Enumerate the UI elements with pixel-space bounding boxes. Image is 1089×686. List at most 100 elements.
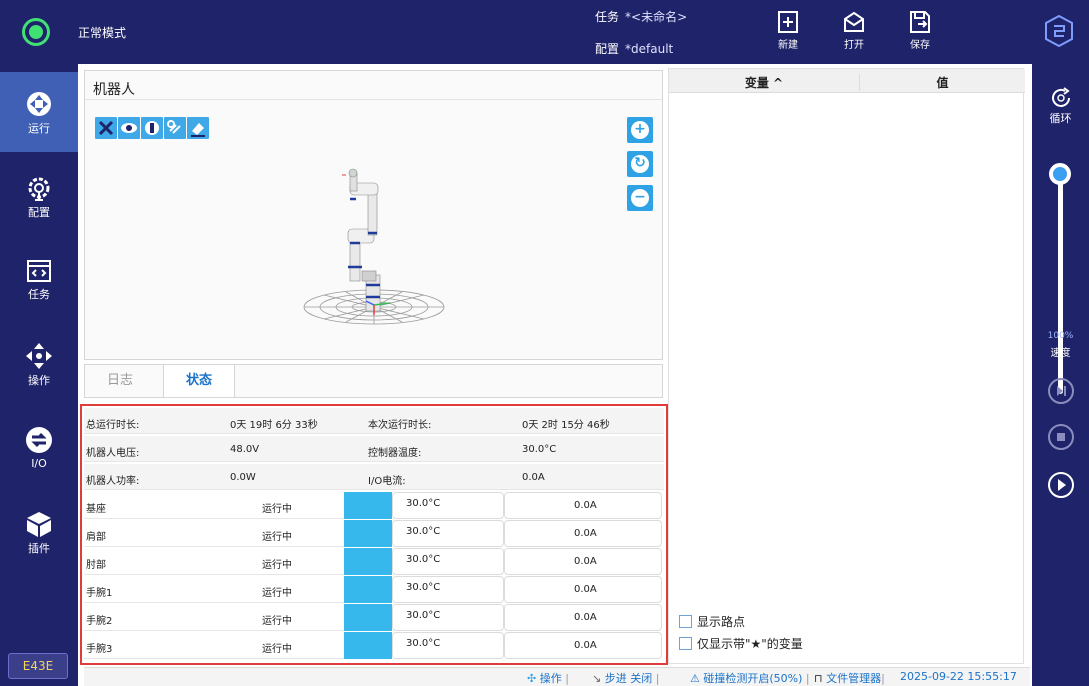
config-label: 配置	[595, 42, 620, 56]
nav-label-config: 配置	[28, 206, 50, 219]
step-status[interactable]: ↘ 步进 关闭 |	[592, 670, 659, 686]
rotate-icon: ↻	[631, 155, 649, 173]
move-small-icon: ✣	[527, 672, 537, 685]
show-waypoints-checkbox[interactable]: 显示路点	[679, 613, 745, 630]
task-label: 任务	[595, 10, 620, 24]
eraser-icon[interactable]	[187, 117, 209, 139]
new-button-label: 新建	[778, 40, 798, 51]
joint-row: 手腕2 运行中 30.0°C 0.0A	[84, 604, 664, 631]
summary-value: 0.0A	[522, 472, 545, 483]
save-button[interactable]: 保存	[900, 10, 940, 51]
zoom-in-button[interactable]: +	[627, 117, 653, 143]
joint-cell	[84, 492, 344, 519]
summary-row: 总运行时长: 0天 19时 6分 33秒 本次运行时长: 0天 2时 15分 4…	[84, 408, 664, 434]
joint-cell	[84, 632, 344, 659]
summary-label: I/O电流:	[368, 476, 406, 487]
error-code-badge[interactable]: E43E	[8, 653, 68, 679]
summary-value: 0天 19时 6分 33秒	[230, 420, 318, 431]
collision-status[interactable]: ⚠ 碰撞检测开启(50%) |	[690, 670, 810, 686]
joint-status-bar	[344, 604, 392, 631]
play-button[interactable]	[1048, 472, 1074, 498]
joint-cell	[84, 576, 344, 603]
step-small-icon: ↘	[592, 672, 602, 685]
config-gear-icon	[28, 177, 50, 201]
joint-temp: 30.0°C	[406, 526, 441, 537]
zoom-out-button[interactable]: −	[627, 185, 653, 211]
joint-name: 肩部	[86, 532, 106, 543]
joint-icon[interactable]	[141, 117, 163, 139]
rotate-view-button[interactable]: ↻	[627, 151, 653, 177]
nav-label-task: 任务	[28, 288, 50, 301]
eye-icon[interactable]	[118, 117, 140, 139]
step-status-label: 步进 关闭	[604, 672, 653, 685]
joint-row: 肘部 运行中 30.0°C 0.0A	[84, 548, 664, 575]
joint-current: 0.0A	[574, 556, 597, 567]
summary-label: 机器人电压:	[86, 448, 140, 459]
view-toolbar	[95, 117, 210, 142]
task-value: *<未命名>	[625, 10, 688, 24]
open-button[interactable]: 打开	[834, 10, 874, 51]
nav-item-plugin[interactable]: 插件	[0, 492, 78, 572]
stop-button[interactable]	[1048, 424, 1074, 450]
joint-state: 运行中	[262, 532, 292, 543]
joint-row: 手腕1 运行中 30.0°C 0.0A	[84, 576, 664, 603]
loop-button[interactable]: 循环	[1032, 86, 1089, 126]
joint-current: 0.0A	[574, 528, 597, 539]
bottom-tabs: 日志 状态	[84, 364, 663, 398]
tab-log[interactable]: 日志	[107, 365, 133, 397]
mode-indicator-icon	[22, 18, 50, 46]
joint-temp: 30.0°C	[406, 554, 441, 565]
joint-state: 运行中	[262, 560, 292, 571]
tab-status[interactable]: 状态	[163, 365, 235, 397]
nav-label-operate: 操作	[28, 374, 50, 387]
speed-slider-knob[interactable]	[1049, 163, 1071, 185]
value-column-header[interactable]: 值	[859, 74, 1025, 91]
joint-current: 0.0A	[574, 584, 597, 595]
variable-column-header[interactable]: 变量 ^	[669, 74, 859, 91]
robot-3d-model[interactable]	[290, 167, 450, 327]
summary-value: 48.0V	[230, 444, 260, 455]
operate-status[interactable]: ✣ 操作 |	[527, 670, 569, 686]
joint-cell	[84, 520, 344, 547]
io-arrows-icon	[26, 427, 52, 453]
step-button[interactable]	[1048, 378, 1074, 404]
joint-status-bar	[344, 492, 392, 519]
joint-row: 手腕3 运行中 30.0°C 0.0A	[84, 632, 664, 659]
speed-label: 速度	[1050, 348, 1071, 359]
joint-temp: 30.0°C	[406, 638, 441, 649]
left-nav: 运行 配置 任务 操作 I/O 插件 E43E	[0, 64, 78, 686]
file-manager-button[interactable]: ⊓ 文件管理器|	[814, 670, 885, 686]
joint-cell	[84, 548, 344, 575]
nav-item-io[interactable]: I/O	[0, 408, 78, 488]
variables-header: 变量 ^ 值	[669, 69, 1025, 93]
brand-logo-icon	[1045, 14, 1073, 48]
nav-item-run[interactable]: 运行	[0, 72, 78, 152]
new-button[interactable]: 新建	[768, 10, 808, 51]
joint-status-bar	[344, 632, 392, 659]
joint-status-bar	[344, 548, 392, 575]
only-starred-label: 仅显示带"★"的变量	[697, 637, 803, 651]
move-arrows-icon	[26, 343, 52, 369]
only-starred-checkbox[interactable]: 仅显示带"★"的变量	[679, 635, 803, 652]
joint-name: 手腕2	[86, 616, 113, 627]
link-icon[interactable]	[164, 117, 186, 139]
summary-value: 30.0°C	[522, 444, 557, 455]
play-icon	[1058, 479, 1066, 491]
summary-value: 0天 2时 15分 46秒	[522, 420, 610, 431]
variables-panel: 变量 ^ 值 显示路点 仅显示带"★"的变量	[668, 68, 1025, 664]
checkbox-box[interactable]	[679, 615, 692, 628]
joint-current: 0.0A	[574, 640, 597, 651]
zoom-in-icon: +	[631, 121, 649, 139]
checkbox-box[interactable]	[679, 637, 692, 650]
joint-current: 0.0A	[574, 500, 597, 511]
joint-state: 运行中	[262, 644, 292, 655]
nav-item-operate[interactable]: 操作	[0, 324, 78, 404]
nav-item-config[interactable]: 配置	[0, 156, 78, 236]
nav-item-task[interactable]: 任务	[0, 240, 78, 320]
speed-slider-track[interactable]	[1058, 174, 1063, 394]
collision-status-label: 碰撞检测开启(50%)	[703, 672, 803, 685]
speed-value: 100%	[1047, 331, 1074, 341]
summary-label: 本次运行时长:	[368, 420, 432, 431]
step-icon	[1057, 386, 1066, 396]
tools-icon[interactable]	[95, 117, 117, 139]
